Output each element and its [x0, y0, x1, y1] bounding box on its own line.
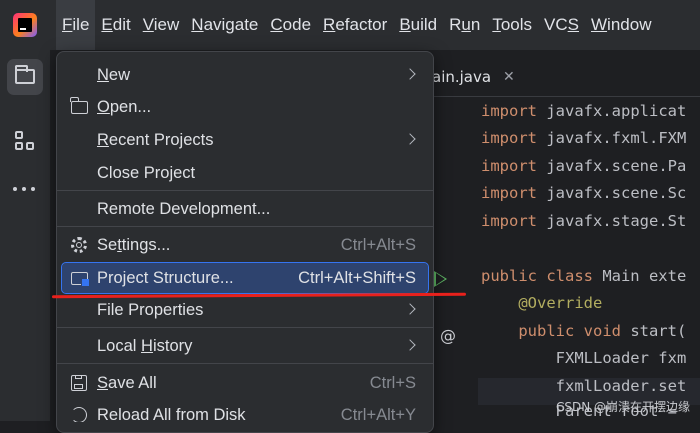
tab-main-java[interactable]: ain.java — [432, 56, 491, 96]
code-line: import javafx.fxml.FXM — [481, 129, 687, 147]
file-menu-open[interactable]: Open... — [62, 92, 428, 122]
menu-file[interactable]: File — [56, 0, 96, 50]
menu-item-label: Local History — [97, 337, 193, 355]
reload-icon — [71, 407, 87, 422]
file-menu-project-structure[interactable]: Project Structure... Ctrl+Alt+Shift+S — [61, 262, 429, 294]
chevron-right-icon — [404, 339, 416, 351]
project-structure-icon — [71, 272, 89, 286]
shortcut-label: Ctrl+Alt+Shift+S — [298, 269, 416, 287]
file-menu-file-properties[interactable]: File Properties — [62, 295, 428, 325]
folder-icon — [15, 65, 35, 84]
file-menu-local-history[interactable]: Local History — [62, 331, 428, 361]
project-tool-button[interactable] — [7, 59, 43, 95]
menu-navigate[interactable]: Navigate — [185, 0, 264, 50]
file-menu-new[interactable]: New — [62, 60, 428, 90]
menu-item-label: Project Structure... — [97, 269, 234, 287]
code-line: @Override — [481, 294, 603, 312]
structure-tool-button[interactable] — [7, 122, 43, 158]
menu-refactor[interactable]: Refactor — [317, 0, 393, 50]
close-icon[interactable]: ✕ — [503, 56, 515, 98]
more-tools-button[interactable] — [7, 172, 43, 208]
more-dots-icon — [13, 187, 37, 191]
menu-vcs[interactable]: VCS — [538, 0, 585, 50]
file-menu-settings[interactable]: Settings... Ctrl+Alt+S — [62, 230, 428, 260]
menu-code[interactable]: Code — [264, 0, 317, 50]
code-line: public class Main exte — [481, 267, 687, 285]
chevron-right-icon — [404, 68, 416, 80]
run-icon[interactable] — [434, 271, 447, 287]
editor-tab-bar: ain.java ✕ — [432, 56, 700, 97]
left-tool-strip — [0, 50, 51, 421]
file-menu-save-all[interactable]: Save All Ctrl+S — [62, 368, 428, 398]
menu-window[interactable]: Window — [585, 0, 657, 50]
override-marker-icon[interactable]: @ — [440, 326, 456, 345]
chevron-right-icon — [404, 133, 416, 145]
file-menu-close-project[interactable]: Close Project — [62, 158, 428, 188]
code-line: public void start( — [481, 322, 687, 340]
menu-run[interactable]: Run — [443, 0, 486, 50]
menu-separator — [57, 190, 433, 191]
menu-item-label: File Properties — [97, 301, 204, 319]
menu-separator — [57, 327, 433, 328]
code-line: import javafx.applicat — [481, 102, 687, 120]
file-menu-remote-development[interactable]: Remote Development... — [62, 194, 428, 224]
menu-item-label: Recent Projects — [97, 131, 214, 149]
code-line: import javafx.stage.St — [481, 212, 687, 230]
file-menu-dropdown: New Open... Recent Projects Close Projec… — [56, 51, 434, 433]
menu-build[interactable]: Build — [393, 0, 443, 50]
menu-edit[interactable]: Edit — [95, 0, 136, 50]
menu-separator — [57, 226, 433, 227]
watermark: CSDN @崩溃在开摆边缘 — [555, 400, 690, 414]
menu-items: File Edit View Navigate Code Refactor Bu… — [56, 0, 657, 50]
shortcut-label: Ctrl+Alt+S — [340, 236, 416, 254]
menu-item-label: New — [97, 66, 131, 84]
code-line: import javafx.scene.Sc — [481, 184, 687, 202]
menu-item-label: Remote Development... — [97, 200, 271, 218]
file-menu-recent-projects[interactable]: Recent Projects — [62, 125, 428, 155]
menu-item-label: Settings... — [97, 236, 171, 254]
code-line: FXMLLoader fxm — [481, 349, 687, 367]
gear-icon — [71, 237, 87, 253]
shortcut-label: Ctrl+Alt+Y — [340, 406, 416, 422]
menu-separator — [57, 363, 433, 364]
chevron-right-icon — [404, 303, 416, 315]
menu-item-label: Reload All from Disk — [97, 406, 246, 422]
code-line: import javafx.scene.Pa — [481, 157, 687, 175]
file-menu-reload-all[interactable]: Reload All from Disk Ctrl+Alt+Y — [62, 400, 428, 422]
intellij-logo-icon[interactable] — [13, 13, 37, 37]
open-folder-icon — [70, 97, 88, 114]
menu-view[interactable]: View — [137, 0, 186, 50]
shortcut-label: Ctrl+S — [369, 374, 416, 392]
main-menu-bar: File Edit View Navigate Code Refactor Bu… — [0, 0, 700, 50]
menu-tools[interactable]: Tools — [486, 0, 538, 50]
save-icon — [71, 375, 87, 391]
menu-item-label: Close Project — [97, 164, 196, 182]
menu-item-label: Save All — [97, 374, 157, 392]
menu-item-label: Open... — [97, 98, 152, 116]
editor-gutter — [432, 100, 478, 421]
